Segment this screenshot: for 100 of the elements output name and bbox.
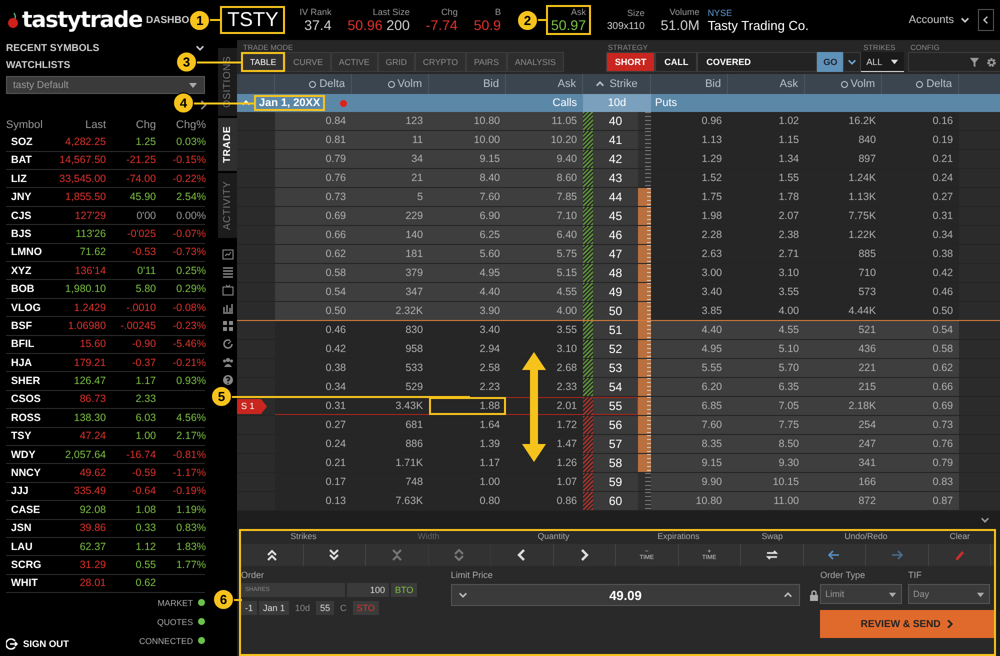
quote-cell[interactable]: 7.60: [429, 188, 506, 206]
symbol-cell[interactable]: SOZ: [6, 136, 50, 148]
quote-cell[interactable]: 0.62: [882, 359, 959, 377]
strategy-button[interactable]: CALL: [655, 52, 698, 72]
quote-cell[interactable]: 3.55: [506, 321, 583, 339]
strike-cell[interactable]: 49: [593, 283, 638, 301]
quote-cell[interactable]: 0.21: [275, 454, 352, 472]
position-tag[interactable]: S 1: [237, 399, 267, 414]
quote-cell[interactable]: 4.95: [651, 340, 728, 358]
quote-cell[interactable]: 0.16: [882, 112, 959, 130]
quote-cell[interactable]: 1.22K: [805, 226, 882, 244]
quote-cell[interactable]: 6.40: [506, 226, 583, 244]
quote-cell[interactable]: 7.05: [728, 397, 805, 415]
strike-cell[interactable]: 47: [593, 245, 638, 263]
strike-cell[interactable]: 43: [593, 169, 638, 187]
strike-cell[interactable]: 48: [593, 264, 638, 282]
strike-cell[interactable]: 42: [593, 150, 638, 168]
strike-cell[interactable]: 59: [593, 473, 638, 491]
quote-cell[interactable]: 0.87: [882, 492, 959, 510]
quote-cell[interactable]: 5.60: [429, 245, 506, 263]
symbol-cell[interactable]: BJS: [6, 228, 50, 240]
lock-icon[interactable]: [808, 588, 820, 602]
quote-cell[interactable]: 0.73: [275, 188, 352, 206]
column-header[interactable]: Chg%: [156, 118, 206, 131]
quote-cell[interactable]: 5.75: [506, 245, 583, 263]
quote-cell[interactable]: 10.80: [651, 492, 728, 510]
quote-cell[interactable]: 1.52: [651, 169, 728, 187]
quote-cell[interactable]: 0.69: [882, 397, 959, 415]
quote-cell[interactable]: 830: [352, 321, 429, 339]
quote-cell[interactable]: 254: [805, 416, 882, 434]
symbol-cell[interactable]: WDY: [6, 448, 50, 461]
symbol-cell[interactable]: JJJ: [6, 485, 50, 498]
strike-cell[interactable]: 44: [593, 188, 638, 206]
strike-cell[interactable]: 55: [593, 397, 638, 415]
leg-strike[interactable]: 55: [316, 601, 334, 615]
quote-cell[interactable]: 5.10: [728, 340, 805, 358]
quote-cell[interactable]: 0.13: [275, 492, 352, 510]
quote-cell[interactable]: 2.28: [651, 226, 728, 244]
quote-cell[interactable]: 6.35: [728, 378, 805, 396]
leg-action[interactable]: BTO: [391, 583, 418, 597]
quote-cell[interactable]: 4.55: [728, 321, 805, 339]
quote-cell[interactable]: 6.20: [651, 378, 728, 396]
quote-cell[interactable]: 9.40: [506, 150, 583, 168]
quote-cell[interactable]: 3.40: [429, 321, 506, 339]
chain-row[interactable]: 0.13 7.63K 0.80 0.86 60 10.80 11.00 872 0.87: [237, 492, 1000, 511]
help-icon[interactable]: [222, 374, 234, 386]
quote-cell[interactable]: 1.71K: [352, 454, 429, 472]
quote-cell[interactable]: 840: [805, 131, 882, 149]
chain-row[interactable]: 0.79 34 9.15 9.40 42 1.29 1.34 897 0.21: [237, 150, 1000, 169]
chain-row[interactable]: 0.21 1.71K 1.17 1.26 58 9.15 9.30 341 0.79: [237, 454, 1000, 473]
quote-cell[interactable]: 1.02: [728, 112, 805, 130]
quote-cell[interactable]: 872: [805, 492, 882, 510]
mode-tab[interactable]: PAIRS: [466, 52, 507, 72]
quote-cell[interactable]: 2.58: [429, 359, 506, 377]
chain-row[interactable]: 0.24 886 1.39 1.47 57 8.35 8.50 247 0.76: [237, 435, 1000, 454]
strike-cell[interactable]: 56: [593, 416, 638, 434]
quote-cell[interactable]: 3.40: [651, 283, 728, 301]
quote-cell[interactable]: 0.69: [275, 207, 352, 225]
symbol-cell[interactable]: BFIL: [6, 338, 50, 350]
chain-row[interactable]: 0.42 958 2.94 3.10 52 4.95 5.10 436 0.58: [237, 340, 1000, 359]
quote-cell[interactable]: 3.55: [728, 283, 805, 301]
symbol-cell[interactable]: SCRG: [6, 558, 50, 571]
chain-row[interactable]: 0.58 379 4.95 5.15 48 3.00 3.10 710 0.42: [237, 264, 1000, 283]
quote-cell[interactable]: 1.17: [429, 454, 506, 472]
side-tab[interactable]: ACTIVITY: [218, 172, 237, 238]
settings-icon[interactable]: [986, 56, 998, 68]
quote-cell[interactable]: 2.07: [728, 207, 805, 225]
quote-cell[interactable]: 4.95: [429, 264, 506, 282]
symbol-cell[interactable]: BAT: [6, 154, 50, 166]
strikes-dropdown[interactable]: ALL: [861, 52, 904, 72]
strike-cell[interactable]: 54: [593, 378, 638, 396]
quote-cell[interactable]: 1.24K: [805, 169, 882, 187]
quote-cell[interactable]: 4.00: [506, 302, 583, 320]
quote-cell[interactable]: 521: [805, 321, 882, 339]
sign-out-button[interactable]: SIGN OUT: [6, 638, 69, 650]
strategy-button[interactable]: COVERED: [697, 52, 818, 72]
quote-cell[interactable]: 529: [352, 378, 429, 396]
quote-cell[interactable]: 1.13K: [805, 188, 882, 206]
symbol-cell[interactable]: TSY: [6, 430, 50, 442]
chain-row[interactable]: 0.38 533 2.58 2.68 53 5.55 5.70 221 0.62: [237, 359, 1000, 378]
strike-cell[interactable]: 58: [593, 454, 638, 472]
mode-tab[interactable]: ANALYSIS: [506, 52, 564, 72]
expiration-date[interactable]: Jan 1, 20XX: [254, 95, 326, 111]
quote-cell[interactable]: 0.66: [882, 378, 959, 396]
quote-cell[interactable]: 0.50: [882, 302, 959, 320]
quote-cell[interactable]: 3.00: [651, 264, 728, 282]
chain-row[interactable]: 0.84 123 10.80 11.05 40 0.96 1.02 16.2K 0.16: [237, 112, 1000, 131]
list-icon[interactable]: [222, 266, 234, 278]
strike-cell[interactable]: 60: [593, 492, 638, 510]
quote-cell[interactable]: 4.40: [651, 321, 728, 339]
quote-cell[interactable]: 0.73: [882, 416, 959, 434]
chain-row[interactable]: 0.66 140 6.25 6.40 46 2.28 2.38 1.22K 0.34: [237, 226, 1000, 245]
quote-cell[interactable]: 1.64: [429, 416, 506, 434]
leg-quantity[interactable]: -1: [241, 601, 258, 615]
quote-cell[interactable]: 0.58: [275, 264, 352, 282]
quote-cell[interactable]: 533: [352, 359, 429, 377]
quote-cell[interactable]: 2.33: [506, 378, 583, 396]
quote-cell[interactable]: 1.78: [728, 188, 805, 206]
quote-cell[interactable]: 0.24: [882, 169, 959, 187]
quote-cell[interactable]: 0.86: [506, 492, 583, 510]
